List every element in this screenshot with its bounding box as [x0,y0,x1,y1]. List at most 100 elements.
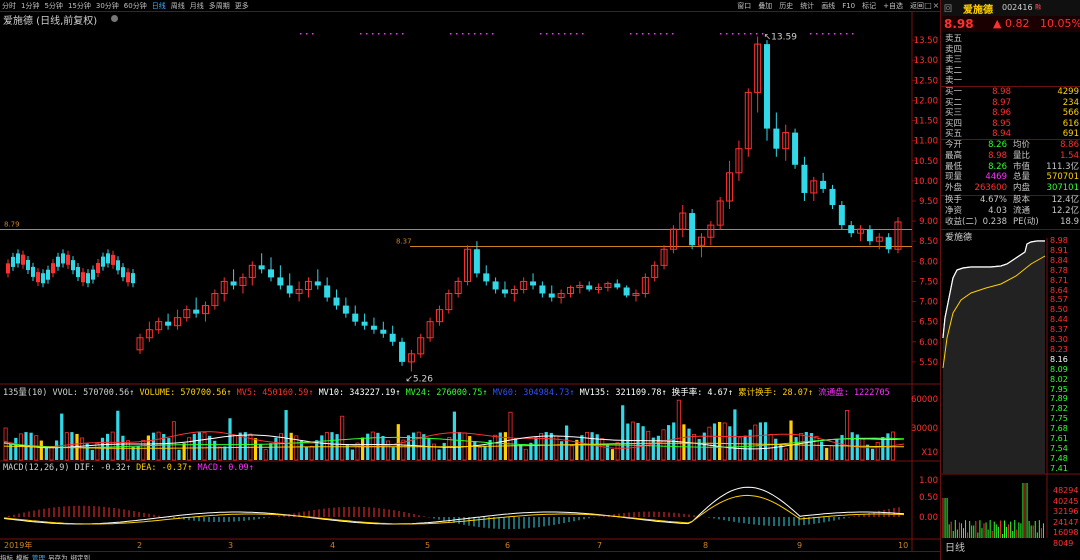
volume-bar [468,436,472,460]
event-marker [738,33,740,35]
volume-bar [274,437,278,460]
ask-row-4[interactable]: 卖四 [941,45,1080,55]
bid-row-3[interactable]: 买三 8.96 566 [941,108,1080,118]
mini-axis-label: 7.95 [1050,384,1068,394]
volume-axis-label: 8049 [1053,538,1074,548]
indicator-value-8: 累计换手: 28.07↑ [738,388,819,398]
mini-axis-label: 7.54 [1050,443,1068,453]
candle-body-down [370,325,377,330]
candle-body [36,272,40,283]
stat-value: 307101 [1046,183,1079,194]
ask-row-2[interactable]: 卖二 [941,66,1080,76]
volume-bar [595,434,599,460]
candle-body-down [380,329,387,334]
stat-value: 263600 [974,183,1007,194]
price-tick-label: 8.00 [919,257,938,267]
event-marker [570,33,572,35]
reference-lines: 8.79 8.37 [0,221,912,247]
event-marker [744,33,746,35]
volume-bar [523,448,528,461]
volume-bar [534,437,538,460]
candle-body-down [614,283,621,288]
ask-row-3[interactable]: 卖三 [941,55,1080,65]
volume-bar [881,436,885,460]
event-marker [840,33,842,35]
volume-indicator-header[interactable]: 135量(10) VVOL: 570700.56↑ VOLUME: 570700… [3,386,890,398]
mini-axis-label: 8.64 [1050,285,1068,295]
mini-axis-label: 8.71 [1050,275,1068,285]
volume-bar [284,410,288,460]
bottom-tab-2[interactable]: 管理 [32,554,45,560]
candle-body-down [492,281,499,290]
candle-body [76,267,80,278]
event-marker [546,33,548,35]
bottom-tab-4[interactable]: 绑定到 [71,554,91,560]
candle-body-down [792,132,799,165]
bid-row-5[interactable]: 买五 8.94 691 [941,129,1080,139]
stat-value: 18.9 [1060,216,1079,227]
event-marker [300,33,302,35]
candle-body-down [885,237,892,250]
candle-body [71,260,75,271]
back-button[interactable]: 回 [944,3,952,14]
candle-body-down [361,321,368,326]
stat-label: 市值 [1013,161,1031,172]
stat-label: 最低 [945,161,963,172]
mini-axis-label: 8.50 [1050,305,1068,315]
volume-bar [146,435,150,460]
stat-value: 4.67% [979,195,1007,205]
event-marker [468,33,470,35]
volume-bar [763,422,768,460]
bottom-tab-0[interactable]: 指标 [0,554,13,560]
volume-bar [60,413,64,460]
volume-bar [141,439,146,461]
volume-bar [151,432,156,460]
event-marker [390,33,392,35]
stat-row: 净资 4.03 流通 12.2亿 [941,206,1080,217]
ask-label: 卖三 [945,55,963,65]
bid-volume: 234 [1062,97,1079,108]
daily-label[interactable]: 日线 [945,539,965,554]
stat-label: PE(动) [1013,216,1039,227]
macd-indicator-header[interactable]: MACD(12,26,9) DIF: -0.32↑ DEA: -0.37↑ MA… [3,463,254,473]
bottom-tab-1[interactable]: 模板 [16,554,29,560]
event-marker [402,33,404,35]
volume-bar [213,440,217,460]
volume-bar [361,437,365,460]
volume-bar [768,433,773,461]
stat-label: 总量 [1013,172,1031,183]
stat-value: 111.3亿 [1046,161,1079,172]
volume-bars [3,399,896,461]
bottom-tab-3[interactable]: 另存为 [48,554,68,560]
mini-axis-label: 8.57 [1050,295,1068,305]
candle-body [11,256,15,267]
bid-row-1[interactable]: 买一 8.98 4299 [941,87,1080,97]
volume-bar [514,438,518,460]
bid-row-2[interactable]: 买二 8.97 234 [941,98,1080,108]
bid-row-4[interactable]: 买四 8.95 616 [941,119,1080,129]
candle-body [26,259,30,271]
event-marker [462,33,464,35]
early-candles [6,249,135,288]
volume-bar [794,437,798,460]
volume-axis-label: X10 [921,448,938,458]
mini-axis-label: 7.68 [1050,424,1068,434]
indicator-value-3: MV10: 343227.19↑ [318,388,406,398]
mini-axis-label: 8.16 [1050,354,1068,364]
price-row: 8.98 ▲ 0.82 10.05% [941,16,1080,32]
volume-bar [223,446,227,460]
bid-label: 买四 [945,118,963,129]
price-change: 0.82 [1005,17,1030,30]
event-marker [660,33,662,35]
volume-bar [192,433,196,460]
bid-label: 买三 [945,108,963,118]
date-label: 9 [797,541,802,550]
volume-bar [49,446,54,461]
candle-body-down [286,285,293,294]
ask-row-5[interactable]: 卖五 [941,34,1080,44]
stat-row: 收益(二) 0.238 PE(动) 18.9 [941,217,1080,228]
ask-row-1[interactable]: 卖一 [941,76,1080,86]
date-label: 6 [505,541,510,550]
macd-axis: 1.00 0.50 0.00 [919,476,938,523]
candle-body [51,263,55,274]
